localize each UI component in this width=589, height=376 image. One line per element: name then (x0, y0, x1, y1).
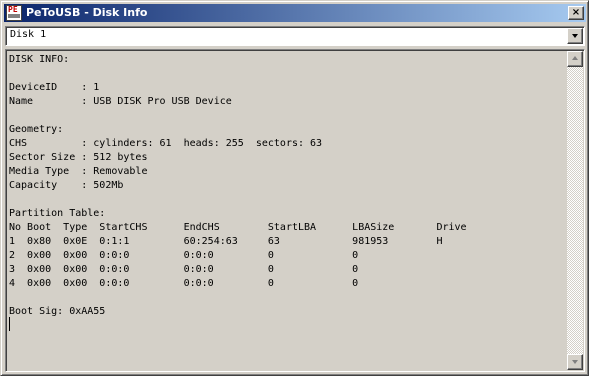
report-line: Capacity : 502Mb (9, 180, 124, 191)
petousb-app-icon[interactable]: PE (6, 5, 22, 21)
report-line: Partition Table: (9, 208, 106, 219)
scroll-down-arrow-icon (572, 360, 578, 364)
disk-info-window: PE PeToUSB - Disk Info × Disk 1 DISK INF… (0, 0, 589, 376)
scroll-down-button[interactable] (567, 354, 583, 370)
report-line: 2 0x00 0x00 0:0:0 0:0:0 0 0 (9, 250, 359, 261)
report-line: Media Type : Removable (9, 166, 148, 177)
report-line (9, 291, 564, 305)
report-line: Name : USB DISK Pro USB Device (9, 96, 232, 107)
disk-selector-value: Disk 1 (10, 29, 47, 40)
report-line (9, 109, 564, 123)
report-line: 4 0x00 0x00 0:0:0 0:0:0 0 0 (9, 278, 359, 289)
text-caret (9, 317, 10, 331)
report-line: Geometry: (9, 124, 64, 135)
chevron-down-icon (572, 34, 578, 38)
report-line: 1 0x80 0x0E 0:1:1 60:254:63 63 981953 H (9, 236, 443, 247)
window-title: PeToUSB - Disk Info (26, 6, 148, 19)
report-line (9, 193, 564, 207)
report-line: 3 0x00 0x00 0:0:0 0:0:0 0 0 (9, 264, 359, 275)
report-line: CHS : cylinders: 61 heads: 255 sectors: … (9, 138, 323, 149)
vertical-scrollbar[interactable] (567, 51, 583, 370)
report-line (9, 67, 564, 81)
report-line: Sector Size : 512 bytes (9, 152, 148, 163)
disk-info-report: DISK INFO: DeviceID : 1 Name : USB DISK Pr… (9, 53, 564, 319)
scroll-up-arrow-icon (572, 56, 578, 60)
report-line: Boot Sig: 0xAA55 (9, 306, 106, 317)
report-line: DeviceID : 1 (9, 82, 100, 93)
title-bar[interactable]: PE PeToUSB - Disk Info × (4, 4, 586, 22)
close-icon: × (571, 7, 581, 18)
disk-info-textarea[interactable]: DISK INFO: DeviceID : 1 Name : USB DISK Pr… (5, 49, 585, 372)
close-button[interactable]: × (568, 6, 584, 20)
app-icon-label: PE (8, 5, 18, 14)
report-line: DISK INFO: (9, 54, 70, 65)
scroll-up-button[interactable] (567, 51, 583, 67)
dropdown-button[interactable] (567, 28, 583, 44)
report-line: No Boot Type StartCHS EndCHS StartLBA LB… (9, 222, 467, 233)
disk-selector-dropdown[interactable]: Disk 1 (5, 26, 585, 46)
